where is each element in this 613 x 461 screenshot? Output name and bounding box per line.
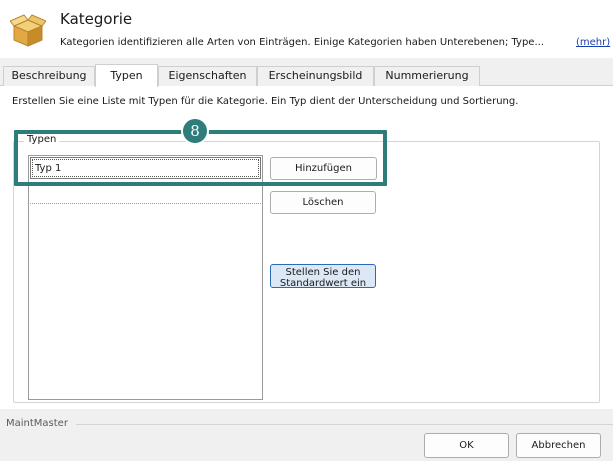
tab-typen[interactable]: Typen [95, 64, 158, 87]
tab-erscheinungsbild[interactable]: Erscheinungsbild [257, 66, 374, 86]
dialog-title: Kategorie [60, 10, 133, 28]
tab-bar: Beschreibung Typen Eigenschaften Erschei… [0, 64, 613, 87]
set-default-label-line2: Standardwert ein [279, 278, 367, 288]
tab-eigenschaften[interactable]: Eigenschaften [158, 66, 257, 86]
dialog-description: Kategorien identifizieren alle Arten von… [60, 37, 544, 48]
types-list[interactable] [28, 155, 263, 400]
cancel-button[interactable]: Abbrechen [516, 433, 601, 458]
list-separator [30, 203, 261, 204]
dialog-header: Kategorie Kategorien identifizieren alle… [0, 0, 613, 58]
add-type-button[interactable]: Hinzufügen [270, 157, 377, 180]
more-link[interactable]: (mehr) [576, 37, 610, 48]
box-icon [9, 14, 47, 48]
type-name-input[interactable] [30, 157, 261, 179]
tab-nummerierung[interactable]: Nummerierung [374, 66, 480, 86]
set-default-label-line1: Stellen Sie den [285, 267, 361, 278]
types-group-label: Typen [24, 134, 60, 145]
footer-brand: MaintMaster [6, 418, 68, 429]
delete-type-button[interactable]: Löschen [270, 191, 376, 214]
tab-beschreibung[interactable]: Beschreibung [3, 66, 95, 86]
step-number-badge: 8 [181, 117, 209, 145]
instruction-text: Erstellen Sie eine Liste mit Typen für d… [12, 96, 519, 107]
footer-divider [76, 424, 613, 425]
ok-button[interactable]: OK [424, 433, 509, 458]
set-default-button[interactable]: Stellen Sie den Standardwert ein [270, 264, 376, 288]
